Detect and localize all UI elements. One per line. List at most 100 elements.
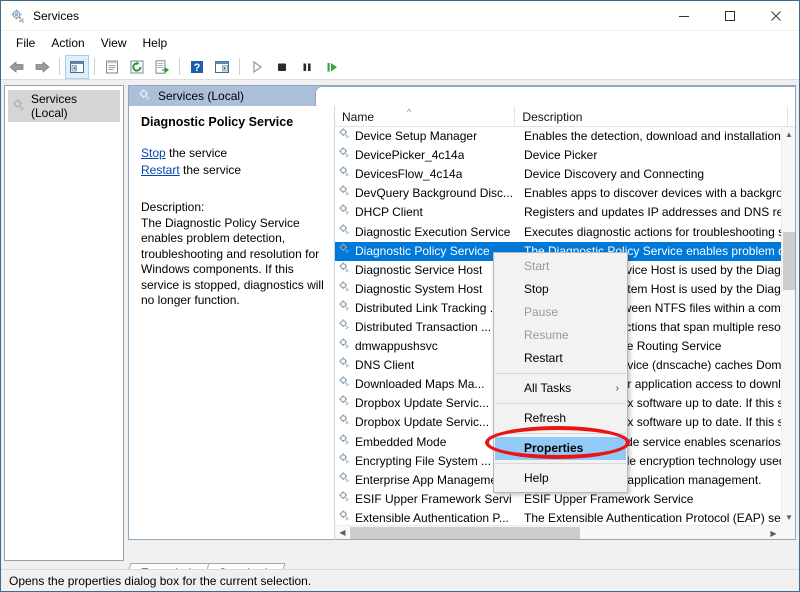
results-pane: Services (Local) Diagnostic Policy Servi… <box>128 85 796 561</box>
cell-service-name: Downloaded Maps Ma... <box>335 375 517 394</box>
cell-service-name: Encrypting File System ... <box>335 452 517 471</box>
cell-service-name: Extensible Authentication P... <box>335 509 517 525</box>
service-name-label: DHCP Client <box>355 205 423 220</box>
pane-content: Diagnostic Policy Service Stop the servi… <box>128 106 796 540</box>
cell-service-name: Distributed Transaction ... <box>335 318 517 337</box>
horizontal-scrollbar[interactable]: ◀ ▶ <box>335 525 781 539</box>
cell-service-name: DevicesFlow_4c14a <box>335 165 517 184</box>
scroll-down-icon[interactable]: ▼ <box>782 510 795 525</box>
context-menu-item-restart[interactable]: Restart <box>494 347 627 370</box>
cell-service-name: Diagnostic Service Host <box>335 261 517 280</box>
context-menu-item-label: Properties <box>524 441 584 455</box>
context-menu-item-label: Refresh <box>524 411 567 425</box>
cell-service-name: Diagnostic System Host <box>335 280 517 299</box>
table-row[interactable]: Diagnostic Execution Service Executes dia… <box>335 222 781 241</box>
context-menu-item-all-tasks[interactable]: All Tasks › <box>494 377 627 400</box>
restart-service-link[interactable]: Restart <box>141 163 180 177</box>
cell-service-description: Enables the detection, download and inst… <box>524 129 781 144</box>
show-hide-console-tree-icon[interactable] <box>65 54 89 79</box>
refresh-icon[interactable] <box>125 55 149 79</box>
pause-service-icon[interactable] <box>295 55 319 79</box>
cell-service-description: Registers and updates IP addresses and D… <box>524 205 781 220</box>
minimize-icon[interactable] <box>661 1 707 31</box>
menu-item-help[interactable]: Help <box>135 33 176 53</box>
back-icon[interactable] <box>5 55 29 79</box>
service-gear-icon <box>338 299 351 318</box>
context-menu[interactable]: Start Stop Pause Resume Restart All Tasks › Ref… <box>493 252 628 493</box>
context-menu-item-stop[interactable]: Stop <box>494 278 627 301</box>
help-icon[interactable]: ? <box>185 55 209 79</box>
console-tree-pane: Services (Local) <box>4 85 124 561</box>
menu-item-view[interactable]: View <box>93 33 135 53</box>
menu-item-action[interactable]: Action <box>43 33 92 53</box>
scroll-left-icon[interactable]: ◀ <box>335 526 350 540</box>
stop-service-icon[interactable] <box>270 55 294 79</box>
window-title: Services <box>33 8 80 23</box>
service-name-label: Encrypting File System ... <box>355 453 492 468</box>
horizontal-scrollbar-thumb[interactable] <box>350 527 580 539</box>
context-menu-item-label: Help <box>524 471 549 485</box>
action-restart-service: Restart the service <box>141 162 325 178</box>
properties-icon[interactable] <box>100 55 124 79</box>
window-controls <box>661 1 799 31</box>
cell-service-name: ESIF Upper Framework Servi <box>335 490 517 509</box>
pane-tab-strip: Services (Local) <box>128 85 796 107</box>
table-row[interactable]: DevQuery Background Disc... Enables apps … <box>335 184 781 203</box>
context-menu-item-help[interactable]: Help <box>494 467 627 490</box>
context-menu-item-properties[interactable]: Properties <box>495 437 626 460</box>
column-header-name[interactable]: Name ^ <box>335 106 516 127</box>
table-row[interactable]: DHCP Client Registers and updates IP addr… <box>335 203 781 222</box>
maximize-icon[interactable] <box>707 1 753 31</box>
pane-tab-services-local[interactable]: Services (Local) <box>129 88 244 105</box>
forward-icon[interactable] <box>30 55 54 79</box>
service-name-label: Dropbox Update Servic... <box>355 396 490 411</box>
service-name-label: DNS Client <box>355 358 415 373</box>
service-gear-icon <box>338 146 351 165</box>
title-bar-left: Services <box>1 8 661 24</box>
title-bar: Services <box>1 1 799 31</box>
context-menu-item-resume: Resume <box>494 324 627 347</box>
vertical-scrollbar[interactable]: ▲ ▼ <box>781 127 795 525</box>
cell-service-description: Enables apps to discover devices with a … <box>524 186 781 201</box>
show-hide-action-pane-icon[interactable] <box>210 55 234 79</box>
export-list-icon[interactable] <box>150 55 174 79</box>
context-menu-separator <box>495 433 626 434</box>
pane-tab-fold <box>315 86 795 107</box>
context-menu-item-refresh[interactable]: Refresh <box>494 407 627 430</box>
context-menu-item-label: Restart <box>524 351 563 365</box>
start-service-icon[interactable] <box>245 55 269 79</box>
column-header-description[interactable]: Description <box>515 106 788 127</box>
service-gear-icon <box>338 127 351 146</box>
restart-service-icon[interactable] <box>320 55 344 79</box>
service-gear-icon <box>338 165 351 184</box>
toolbar-separator <box>94 58 95 75</box>
service-gear-icon <box>338 433 351 452</box>
service-gear-icon <box>338 203 351 222</box>
toolbar-separator <box>179 58 180 75</box>
tree-item-services-local[interactable]: Services (Local) <box>8 90 120 122</box>
service-gear-icon <box>338 337 351 356</box>
scroll-right-icon[interactable]: ▶ <box>766 526 781 539</box>
status-bar-text: Opens the properties dialog box for the … <box>9 573 312 588</box>
services-gear-icon <box>12 98 26 115</box>
service-gear-icon <box>338 318 351 337</box>
action-stop-service: Stop the service <box>141 145 325 161</box>
main-body: Services (Local) Services (Local) Diagno… <box>1 80 799 582</box>
service-name-label: DevicesFlow_4c14a <box>355 167 463 182</box>
service-description-block: Description: The Diagnostic Policy Servi… <box>141 200 325 309</box>
table-row[interactable]: DevicesFlow_4c14a Device Discovery and Co… <box>335 165 781 184</box>
table-row[interactable]: Device Setup Manager Enables the detectio… <box>335 127 781 146</box>
cell-service-description: Executes diagnostic actions for troubles… <box>524 224 781 239</box>
table-row[interactable]: DevicePicker_4c14a Device Picker <box>335 146 781 165</box>
menu-item-file[interactable]: File <box>8 33 43 53</box>
cell-service-name: dmwappushsvc <box>335 337 517 356</box>
scroll-up-icon[interactable]: ▲ <box>782 127 795 142</box>
vertical-scrollbar-thumb[interactable] <box>783 232 795 290</box>
service-details-pane: Diagnostic Policy Service Stop the servi… <box>129 106 335 540</box>
stop-service-link[interactable]: Stop <box>141 146 166 160</box>
table-row[interactable]: Extensible Authentication P... The Extens… <box>335 509 781 525</box>
service-gear-icon <box>338 509 351 525</box>
close-icon[interactable] <box>753 1 799 31</box>
cell-service-name: DevQuery Background Disc... <box>335 184 517 203</box>
sort-ascending-icon: ^ <box>407 107 412 117</box>
